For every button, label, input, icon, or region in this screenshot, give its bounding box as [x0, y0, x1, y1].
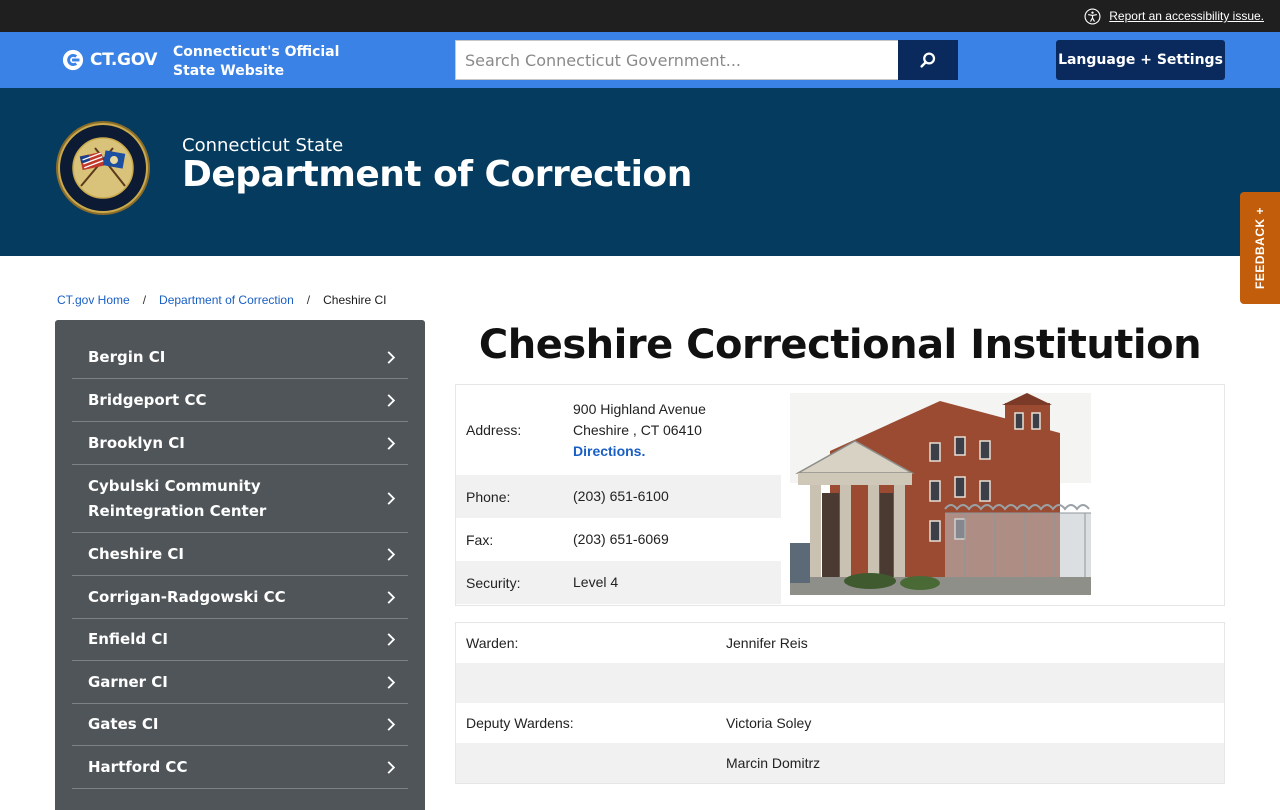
- security-label: Security:: [466, 574, 521, 591]
- address-label: Address:: [466, 422, 522, 438]
- chevron-right-icon: [387, 350, 396, 364]
- language-settings-button[interactable]: Language + Settings: [1056, 40, 1225, 80]
- security-row: Security: Level 4: [456, 561, 781, 604]
- deputy-warden-row: Deputy Wardens: Victoria Soley: [456, 703, 1224, 743]
- sidebar-item-bridgeport[interactable]: Bridgeport CC: [72, 379, 408, 422]
- breadcrumb: CT.gov Home / Department of Correction /…: [57, 293, 386, 307]
- sidebar-item-enfield[interactable]: Enfield CI: [72, 619, 408, 661]
- chevron-right-icon: [387, 675, 396, 689]
- sidebar-item-bergin[interactable]: Bergin CI: [72, 336, 408, 379]
- report-accessibility-link[interactable]: Report an accessibility issue.: [1084, 7, 1264, 25]
- chevron-right-icon: [387, 393, 396, 407]
- staff-table: Warden: Jennifer Reis Deputy Wardens: Vi…: [455, 622, 1225, 784]
- sidebar-item-corrigan-radgowski[interactable]: Corrigan-Radgowski CC: [72, 576, 408, 619]
- chevron-right-icon: [387, 633, 396, 646]
- chevron-right-icon: [387, 718, 396, 731]
- staff-empty-row: [456, 663, 1224, 703]
- chevron-right-icon: [387, 760, 396, 774]
- fax-value: (203) 651-6069: [573, 531, 669, 547]
- search-button[interactable]: [898, 40, 958, 80]
- chevron-right-icon: [387, 436, 396, 450]
- warden-row: Warden: Jennifer Reis: [456, 623, 1224, 663]
- warden-label: Warden:: [466, 635, 519, 651]
- address-line-2: Cheshire , CT 06410: [573, 421, 702, 438]
- deputy-warden-name: Victoria Soley: [726, 715, 812, 731]
- phone-label: Phone:: [466, 488, 511, 505]
- breadcrumb-current: Cheshire CI: [323, 293, 387, 307]
- sidebar-item-brooklyn[interactable]: Brooklyn CI: [72, 422, 408, 465]
- phone-row: Phone: (203) 651-6100: [456, 475, 781, 518]
- sidebar-item-label: Corrigan-Radgowski CC: [88, 587, 286, 606]
- sidebar-item-hartford[interactable]: Hartford CC: [72, 746, 408, 789]
- fax-row: Fax: (203) 651-6069: [456, 518, 781, 561]
- ctgov-tagline: Connecticut's Official State Website: [173, 44, 340, 79]
- sidebar-item-label: Garner CI: [88, 672, 168, 691]
- directions-link[interactable]: Directions.: [573, 441, 706, 462]
- breadcrumb-dept-link[interactable]: Department of Correction: [159, 293, 294, 307]
- ctgov-logo-icon: [62, 49, 84, 71]
- sidebar-item-label: Gates CI: [88, 715, 159, 733]
- chevron-right-icon: [387, 492, 396, 505]
- sidebar-item-label: Cheshire CI: [88, 544, 184, 563]
- address-line-1: 900 Highland Avenue: [573, 400, 706, 417]
- sidebar-item-label: Bergin CI: [88, 347, 166, 366]
- facility-building-photo: [790, 393, 1091, 595]
- deputy-warden-row: Marcin Domitrz: [456, 743, 1224, 783]
- sidebar-item-label: Enfield CI: [88, 630, 168, 648]
- accessibility-icon: [1084, 7, 1101, 25]
- sidebar-item-label: Brooklyn CI: [88, 433, 185, 452]
- page-title: Cheshire Correctional Institution: [478, 322, 1202, 368]
- search-input[interactable]: [455, 40, 898, 80]
- accessibility-bar: Report an accessibility issue.: [0, 0, 1280, 32]
- address-row: Address: 900 Highland Avenue Cheshire , …: [456, 385, 781, 475]
- breadcrumb-home-link[interactable]: CT.gov Home: [57, 293, 130, 307]
- deputy-warden-name: Marcin Domitrz: [726, 755, 821, 771]
- deputy-wardens-label: Deputy Wardens:: [466, 715, 574, 731]
- security-value: Level 4: [573, 574, 619, 590]
- sidebar-item-label: Bridgeport CC: [88, 390, 207, 409]
- sidebar-item-label: Hartford CC: [88, 757, 188, 776]
- sidebar-item-cybulski[interactable]: Cybulski Community Reintegration Center: [72, 465, 408, 533]
- search-icon: [920, 52, 936, 68]
- doc-seal-logo[interactable]: [55, 120, 151, 216]
- address-value: 900 Highland Avenue Cheshire , CT 06410 …: [573, 385, 706, 475]
- breadcrumb-separator: /: [306, 293, 311, 307]
- ctgov-header: CT.GOV Connecticut's Official State Webs…: [0, 32, 1280, 88]
- breadcrumb-separator: /: [142, 293, 147, 307]
- agency-subtitle: Connecticut State: [182, 135, 344, 156]
- sidebar-item-label: Cybulski Community Reintegration Center: [88, 476, 267, 520]
- chevron-right-icon: [387, 547, 396, 561]
- ctgov-logo-text: CT.GOV: [90, 50, 158, 70]
- warden-name: Jennifer Reis: [726, 635, 808, 651]
- chevron-right-icon: [387, 590, 396, 604]
- sidebar-item-gates[interactable]: Gates CI: [72, 704, 408, 746]
- fax-label: Fax:: [466, 531, 494, 548]
- agency-title[interactable]: Department of Correction: [182, 154, 692, 195]
- feedback-label: FEEDBACK +: [1253, 206, 1268, 290]
- phone-value: (203) 651-6100: [573, 488, 669, 504]
- facility-info-box: Address: 900 Highland Avenue Cheshire , …: [455, 384, 1225, 606]
- facility-sidebar: Bergin CI Bridgeport CC Brooklyn CI Cybu…: [55, 320, 425, 810]
- facility-info-table: Address: 900 Highland Avenue Cheshire , …: [456, 385, 781, 604]
- feedback-tab[interactable]: FEEDBACK +: [1240, 192, 1280, 304]
- sidebar-item-cheshire[interactable]: Cheshire CI: [72, 533, 408, 576]
- agency-banner: Connecticut State Department of Correcti…: [0, 88, 1280, 256]
- sidebar-item-garner[interactable]: Garner CI: [72, 661, 408, 704]
- search-form: [455, 40, 958, 80]
- accessibility-link-label: Report an accessibility issue.: [1109, 9, 1264, 23]
- ctgov-logo[interactable]: CT.GOV: [62, 49, 158, 71]
